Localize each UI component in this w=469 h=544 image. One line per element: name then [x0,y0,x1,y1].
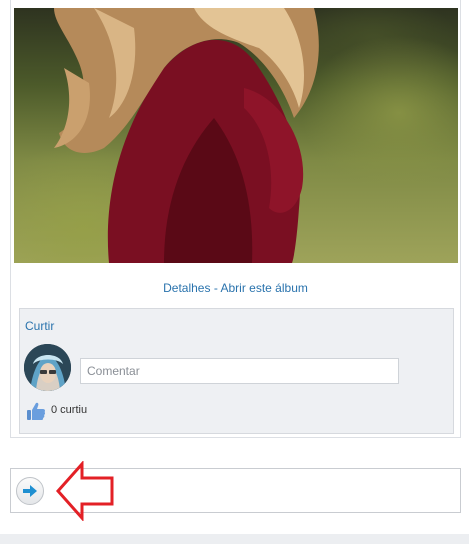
photo-post-card: Detalhes - Abrir este álbum Curtir 0 cur… [10,0,461,438]
feedback-panel: Curtir 0 curtiu [19,308,454,434]
open-album-link[interactable]: Abrir este álbum [221,281,308,295]
red-left-arrow [55,461,114,521]
arrow-right-icon [23,485,37,497]
photo-links: Detalhes - Abrir este álbum [11,281,460,295]
link-separator: - [210,281,221,295]
like-button[interactable]: Curtir [25,319,54,333]
photo-illustration [54,8,319,263]
avatar[interactable] [24,344,71,391]
album-photo[interactable] [14,8,458,263]
next-button[interactable] [16,477,44,505]
likes-count[interactable]: 0 curtiu [51,404,87,416]
details-link[interactable]: Detalhes [163,281,210,295]
thumbs-up-icon[interactable] [26,401,46,421]
comment-input[interactable] [80,358,399,384]
footer-divider [0,534,469,544]
user-avatar-image [24,344,71,391]
